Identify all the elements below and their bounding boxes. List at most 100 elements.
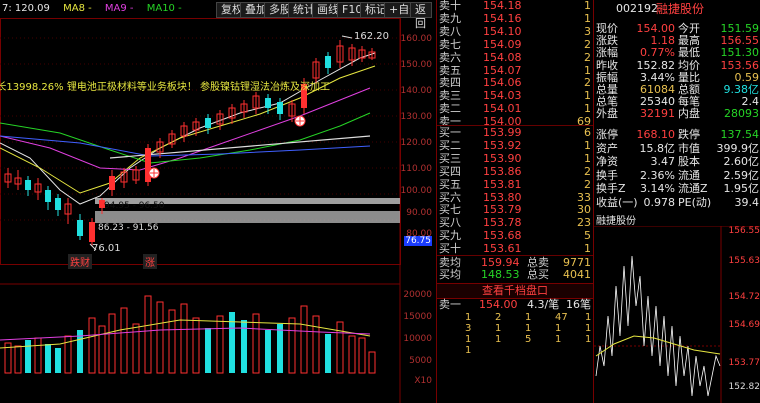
box1-label: 94.95 - 96.50 (104, 201, 165, 211)
avg-buy-row: 买均 148.53 总买 4041 (439, 269, 591, 281)
quote-label: 最低 (678, 46, 700, 60)
quote-value: 61084 (640, 83, 675, 96)
mini-axis-tick: 154.72 (728, 292, 760, 302)
quote-value: 28093 (724, 107, 759, 121)
axis-tick: 90.00 (406, 208, 432, 218)
axis-tick: 120.00 (400, 138, 433, 148)
quote-value: 0.978 (643, 195, 676, 209)
avg-buy-label: 买均 (439, 268, 461, 281)
queue-cell: 1 (525, 312, 532, 323)
queue-cell: 1 (525, 323, 532, 334)
queue-cell: 47 (555, 312, 568, 323)
bid-row[interactable]: 买五 153.81 2 (439, 177, 591, 191)
queue-label: 卖一 (439, 298, 461, 311)
queue-cell: 1 (585, 312, 592, 323)
quote-label: 换手Z (596, 182, 626, 195)
bid-price: 153.68 (483, 229, 522, 243)
bid-label: 买九 (439, 229, 461, 243)
bid-price: 153.92 (483, 138, 522, 152)
quote-value: 9.38亿 (723, 83, 760, 96)
ma-legend-price: 7: 120.09 (2, 3, 50, 14)
bid-volume: 2 (584, 177, 591, 191)
bid-row[interactable]: 买三 153.90 1 (439, 152, 591, 165)
ma-legend: 7: 120.09 MA8 - MA9 - MA10 - (2, 0, 192, 18)
quote-value: 2.36% (640, 168, 675, 182)
axis-tick: 110.00 (400, 164, 433, 174)
ask-row[interactable]: 卖二 154.01 1 (439, 103, 591, 115)
back-button[interactable]: 返回 (410, 2, 432, 30)
stock-code: 002192 (616, 2, 658, 15)
bid-volume: 1 (584, 242, 591, 256)
quote-value: 2.4 (741, 95, 760, 109)
axis-tick: 100.00 (400, 186, 433, 196)
ask-row[interactable]: 卖三 154.03 1 (439, 90, 591, 102)
ask-volume: 1 (584, 89, 591, 103)
current-price-tag: 76.75 (404, 236, 432, 246)
bid-row[interactable]: 买十 153.61 1 (439, 243, 591, 255)
quote-label: 内盘 (678, 107, 700, 121)
ask-row[interactable]: 卖四 154.06 2 (439, 77, 591, 89)
ask-row[interactable]: 卖十 154.18 1 (439, 0, 591, 12)
ask-label: 卖十 (439, 0, 461, 12)
bid-row[interactable]: 买七 153.79 30 (439, 204, 591, 216)
bid-row[interactable]: 买二 153.92 1 (439, 138, 591, 152)
queue-cell: 1 (465, 334, 472, 345)
quote-value: 137.54 (720, 128, 760, 141)
quote-label: 最高 (678, 34, 700, 48)
box2-label: 86.23 - 91.56 (98, 223, 159, 233)
bid-price: 153.78 (483, 216, 522, 230)
bid-volume: 6 (584, 126, 591, 139)
queue-cell: 2 (495, 312, 502, 323)
bid-row[interactable]: 买八 153.78 23 (439, 217, 591, 229)
chart-toolbar: 7: 120.09 MA8 - MA9 - MA10 - 复权 叠加 多股 统计… (0, 0, 432, 30)
ask-row[interactable]: 卖九 154.16 1 (439, 11, 591, 25)
bid-price: 153.79 (483, 203, 522, 217)
quote-label: 涨跌 (596, 34, 618, 48)
bid-label: 买五 (439, 177, 461, 191)
kline-chart[interactable] (0, 18, 432, 403)
quote-value: 168.10 (636, 128, 676, 141)
quote-value: 25340 (640, 95, 675, 109)
quote-value: 0.59 (734, 70, 760, 84)
quote-label: 均价 (678, 58, 700, 72)
ask-price: 154.08 (483, 50, 522, 64)
ask-label: 卖四 (439, 76, 461, 90)
ask-price: 154.09 (483, 37, 522, 51)
quote-label: 收益(一) (596, 195, 638, 209)
depth-link[interactable]: 查看千档盘口 (437, 283, 593, 299)
ask-label: 卖六 (439, 50, 461, 64)
ask-volume: 2 (584, 37, 591, 51)
stock-name: 融捷股份 (656, 2, 705, 16)
price-axis: 160.00 150.00 140.00 130.00 120.00 110.0… (401, 18, 432, 268)
ask-price: 154.10 (483, 24, 522, 38)
bid-price: 153.99 (483, 126, 522, 139)
ask-row[interactable]: 卖五 154.07 1 (439, 63, 591, 77)
bid-row[interactable]: 买九 153.68 5 (439, 230, 591, 242)
bid-volume: 23 (577, 216, 591, 230)
quote-value: 151.30 (720, 46, 760, 60)
queue-cell: 3 (465, 323, 472, 334)
ask-row[interactable]: 卖八 154.10 3 (439, 24, 591, 38)
bid-row[interactable]: 买六 153.80 33 (439, 191, 591, 204)
bid-row[interactable]: 买一 153.99 6 (439, 127, 591, 139)
ask-label: 卖五 (439, 63, 461, 77)
bid-label: 买二 (439, 138, 461, 152)
ask-price: 154.16 (483, 11, 522, 25)
ask-label: 卖七 (439, 37, 461, 51)
ask-row[interactable]: 卖六 154.08 2 (439, 50, 591, 64)
news-ticker[interactable]: 一季度净利润同比增长13998.26% 锂电池正极材料等业务板块！ 参股镍钴锂湿… (0, 78, 330, 91)
bid-volume: 5 (584, 229, 591, 243)
quote-label: 跌停 (678, 128, 700, 141)
quote-label: 股本 (678, 155, 700, 168)
quote-label: PE(动) (678, 195, 712, 209)
queue-header: 卖一 154.00 4.3/笔 16笔 (439, 299, 591, 311)
ask-label: 卖八 (439, 24, 461, 38)
ask-row[interactable]: 卖七 154.09 2 (439, 37, 591, 51)
stock-header: 002192 融捷股份 (594, 2, 760, 16)
quote-value: 39.4 (734, 195, 760, 209)
mini-axis-tick: 155.63 (728, 256, 760, 266)
volume-axis: 20000 15000 10000 5000 X10 (401, 286, 432, 396)
quote-value: 151.59 (720, 22, 760, 35)
bid-label: 买八 (439, 216, 461, 230)
bid-row[interactable]: 买四 153.86 2 (439, 165, 591, 178)
